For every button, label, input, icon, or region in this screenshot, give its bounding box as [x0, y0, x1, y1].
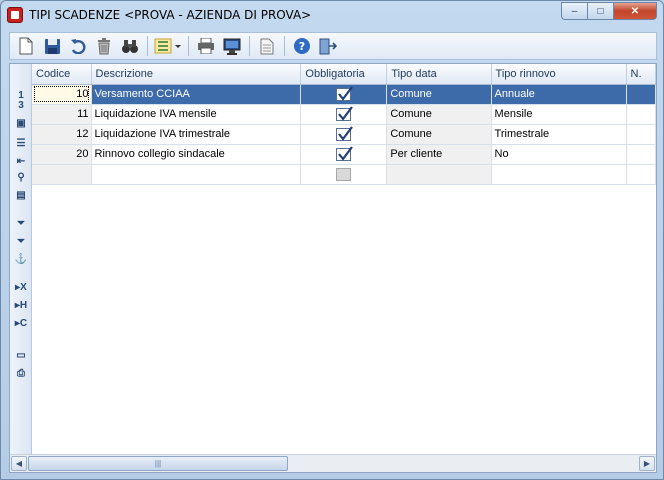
cell-codice[interactable]: 10 — [32, 84, 92, 105]
table-row[interactable]: 11 Liquidazione IVA mensile Comune Mensi… — [32, 104, 656, 125]
print-output-icon[interactable]: ⎙ — [13, 366, 29, 380]
checked-checkbox-icon[interactable] — [336, 125, 354, 141]
app-window: TIPI SCADENZE <PROVA - AZIENDA DI PROVA>… — [0, 0, 664, 480]
help-icon[interactable]: ? — [289, 34, 315, 58]
record-sidebar: 1 3 ▣ ☰ ⇤ ⚲ ▤ ⏷ ⏷ ⚓ ▸X ▸H ▸C ▭ ⎙ — [10, 64, 32, 454]
cell-n[interactable] — [626, 104, 656, 125]
toolbar-separator — [188, 36, 189, 56]
column-header-n[interactable]: N. — [626, 64, 656, 85]
cell-tipo-data[interactable]: Comune — [386, 84, 492, 105]
maximize-icon: □ — [597, 5, 604, 17]
cell-tipo-data[interactable]: Comune — [386, 104, 492, 125]
header-row: Codice Descrizione Obbligatoria Tipo dat… — [32, 64, 656, 85]
checked-checkbox-icon[interactable] — [336, 85, 354, 101]
scroll-right-icon[interactable]: ▶ — [639, 456, 655, 471]
cell-codice[interactable]: 20 — [32, 144, 92, 165]
record-insert-icon[interactable]: ⇤ — [13, 154, 29, 168]
cell-descrizione[interactable]: Versamento CCIAA — [91, 84, 302, 105]
maximize-button[interactable]: □ — [587, 2, 613, 20]
table-row[interactable]: 10 Versamento CCIAA Comune Annuale — [32, 84, 656, 105]
cell-obbligatoria[interactable] — [300, 164, 388, 185]
data-grid: Codice Descrizione Obbligatoria Tipo dat… — [32, 64, 656, 454]
cell-descrizione[interactable]: Rinnovo collegio sindacale — [91, 144, 302, 165]
cell-n[interactable] — [626, 84, 656, 105]
anchor-icon[interactable]: ⚓ — [13, 252, 29, 266]
record-counter-total: 3 — [18, 99, 24, 111]
page-icon[interactable] — [254, 34, 280, 58]
column-header-codice[interactable]: Codice — [32, 64, 92, 85]
cell-tipo-data[interactable]: Comune — [386, 124, 492, 145]
scrollbar-thumb[interactable]: ||| — [28, 456, 288, 471]
column-header-tipo-rinnovo[interactable]: Tipo rinnovo — [491, 64, 627, 85]
binoculars-search-icon[interactable] — [117, 34, 143, 58]
filter-icon[interactable]: ⏷ — [13, 216, 29, 230]
column-header-descrizione[interactable]: Descrizione — [91, 64, 302, 85]
monitor-preview-icon[interactable] — [219, 34, 245, 58]
cell-n[interactable] — [626, 164, 656, 185]
cell-tipo-rinnovo[interactable]: Annuale — [491, 84, 627, 105]
list-menu-icon[interactable] — [152, 34, 184, 58]
table-row[interactable]: 20 Rinnovo collegio sindacale Per client… — [32, 144, 656, 165]
cell-obbligatoria[interactable] — [300, 84, 388, 105]
grid-panel: 1 3 ▣ ☰ ⇤ ⚲ ▤ ⏷ ⏷ ⚓ ▸X ▸H ▸C ▭ ⎙ Codice … — [9, 63, 657, 473]
record-list-icon[interactable]: ☰ — [13, 136, 29, 150]
cell-n[interactable] — [626, 144, 656, 165]
record-counter-current: 1 — [18, 89, 24, 101]
export-html-icon[interactable]: ▸H — [13, 298, 29, 312]
svg-text:?: ? — [299, 40, 305, 53]
table-row[interactable]: 12 Liquidazione IVA trimestrale Comune T… — [32, 124, 656, 145]
scadenze-table: Codice Descrizione Obbligatoria Tipo dat… — [32, 64, 656, 185]
cell-codice[interactable]: 11 — [32, 104, 92, 125]
app-logo-icon[interactable] — [7, 7, 23, 23]
toolbar-separator — [284, 36, 285, 56]
exit-icon[interactable] — [315, 34, 341, 58]
window-title: TIPI SCADENZE <PROVA - AZIENDA DI PROVA> — [29, 8, 312, 22]
cell-n[interactable] — [626, 124, 656, 145]
record-copy-icon[interactable]: ▣ — [13, 116, 29, 130]
close-icon: ✕ — [630, 5, 640, 17]
close-button[interactable]: ✕ — [613, 2, 657, 20]
form-view-icon[interactable]: ▤ — [13, 188, 29, 202]
cell-codice[interactable]: 12 — [32, 124, 92, 145]
zoom-icon[interactable]: ⚲ — [13, 170, 29, 184]
cell-tipo-rinnovo[interactable] — [491, 164, 627, 185]
minimize-button[interactable]: – — [561, 2, 587, 20]
delete-icon[interactable] — [91, 34, 117, 58]
horizontal-scrollbar[interactable]: ◀ ||| ▶ — [10, 454, 656, 472]
screen-output-icon[interactable]: ▭ — [13, 348, 29, 362]
scroll-left-icon[interactable]: ◀ — [11, 456, 27, 471]
column-header-obbligatoria[interactable]: Obbligatoria — [300, 64, 388, 85]
toolbar: ? — [9, 32, 657, 60]
save-icon[interactable] — [39, 34, 65, 58]
print-icon[interactable] — [193, 34, 219, 58]
cell-descrizione[interactable]: Liquidazione IVA mensile — [91, 104, 302, 125]
new-document-icon[interactable] — [13, 34, 39, 58]
checked-checkbox-icon[interactable] — [336, 105, 354, 121]
cell-codice[interactable] — [32, 164, 92, 185]
export-excel-icon[interactable]: ▸X — [13, 280, 29, 294]
cell-tipo-data[interactable]: Per cliente — [386, 144, 492, 165]
cell-obbligatoria[interactable] — [300, 124, 388, 145]
minimize-icon: – — [571, 5, 578, 17]
filter-remove-icon[interactable]: ⏷ — [13, 234, 29, 248]
cell-obbligatoria[interactable] — [300, 144, 388, 165]
cell-tipo-data[interactable] — [386, 164, 492, 185]
new-record-row[interactable] — [32, 164, 656, 185]
column-header-tipo-data[interactable]: Tipo data — [386, 64, 492, 85]
export-csv-icon[interactable]: ▸C — [13, 316, 29, 330]
toolbar-separator — [147, 36, 148, 56]
cell-tipo-rinnovo[interactable]: Trimestrale — [491, 124, 627, 145]
cell-tipo-rinnovo[interactable]: Mensile — [491, 104, 627, 125]
undo-icon[interactable] — [65, 34, 91, 58]
toolbar-separator — [249, 36, 250, 56]
cell-tipo-rinnovo[interactable]: No — [491, 144, 627, 165]
unchecked-checkbox-icon[interactable] — [336, 167, 352, 181]
checked-checkbox-icon[interactable] — [336, 145, 354, 161]
caption-buttons: – □ ✕ — [561, 2, 657, 20]
title-bar[interactable]: TIPI SCADENZE <PROVA - AZIENDA DI PROVA>… — [1, 1, 663, 31]
cell-descrizione[interactable]: Liquidazione IVA trimestrale — [91, 124, 302, 145]
cell-descrizione[interactable] — [91, 164, 302, 185]
cell-obbligatoria[interactable] — [300, 104, 388, 125]
